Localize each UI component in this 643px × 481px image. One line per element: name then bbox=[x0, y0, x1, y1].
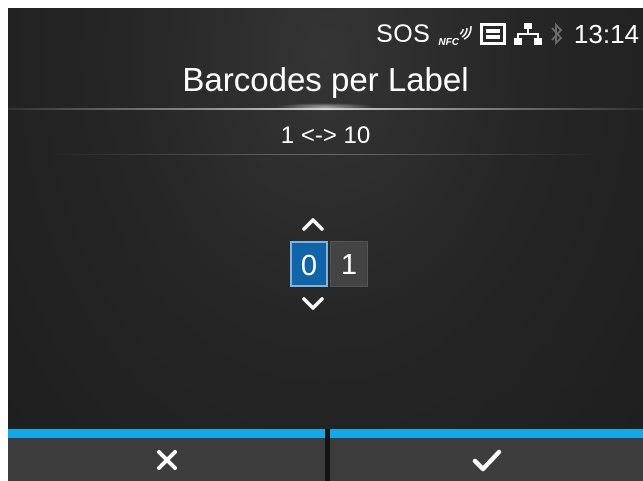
ok-button-accent bbox=[330, 429, 643, 438]
range-divider bbox=[48, 154, 603, 155]
nfc-icon: NFC bbox=[438, 20, 472, 48]
number-stepper[interactable]: 0 1 bbox=[290, 214, 370, 324]
cancel-button[interactable] bbox=[8, 429, 325, 481]
chevron-up-icon[interactable] bbox=[300, 214, 326, 234]
nfc-label: NFC bbox=[438, 37, 459, 48]
cancel-button-accent bbox=[8, 429, 325, 438]
lan-icon bbox=[513, 22, 542, 46]
chevron-down-icon[interactable] bbox=[300, 294, 326, 314]
sos-indicator: SOS bbox=[376, 19, 431, 48]
title-divider bbox=[8, 108, 643, 110]
bluetooth-icon bbox=[550, 21, 564, 47]
checkmark-icon bbox=[472, 449, 502, 478]
digit-tens[interactable]: 0 bbox=[290, 241, 328, 287]
page-title: Barcodes per Label bbox=[182, 61, 469, 98]
printer-screen: SOS NFC 13:14 Barcodes per Label 1 <-> 1… bbox=[8, 8, 643, 481]
bottom-button-bar bbox=[8, 429, 643, 481]
close-icon bbox=[156, 449, 178, 476]
value-range: 1 <-> 10 bbox=[280, 122, 371, 149]
ok-button[interactable] bbox=[330, 429, 643, 481]
clock: 13:14 bbox=[573, 18, 639, 49]
sd-card-icon bbox=[479, 23, 506, 45]
digit-ones[interactable]: 1 bbox=[330, 241, 368, 287]
status-bar: SOS NFC 13:14 bbox=[376, 14, 639, 54]
